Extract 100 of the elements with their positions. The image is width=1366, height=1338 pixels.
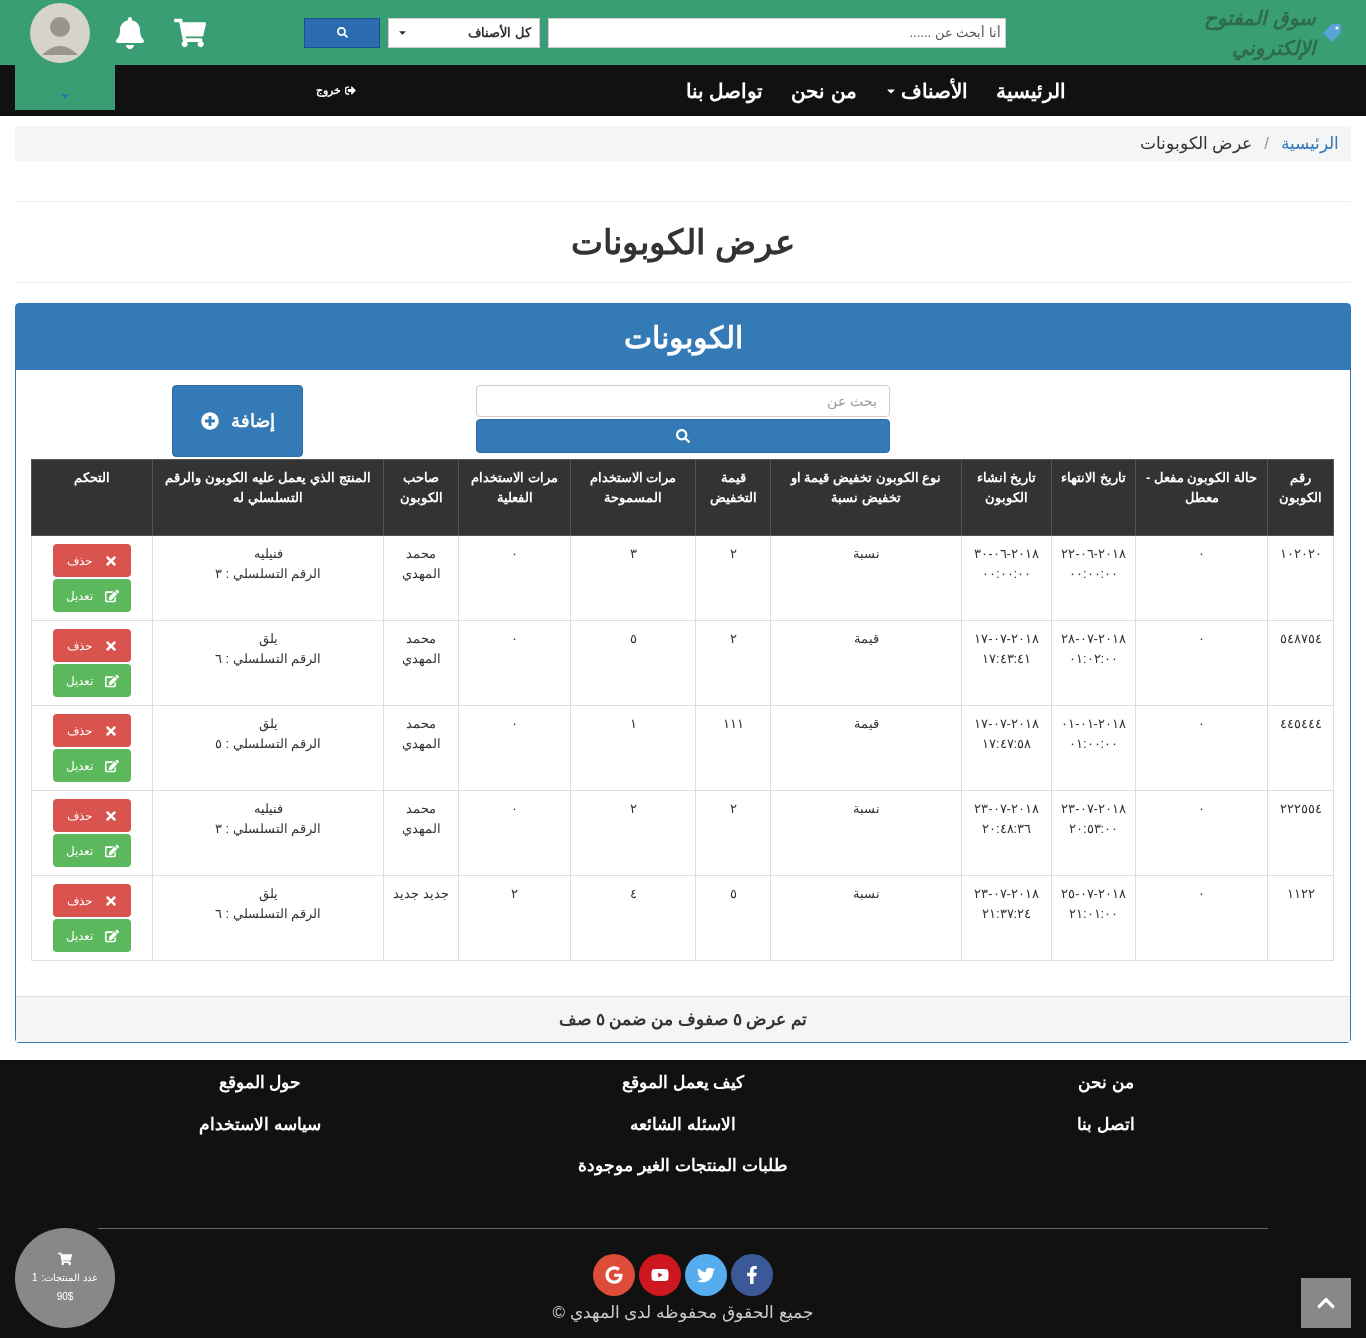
cell-text: ٥ (729, 886, 737, 901)
cart-count-label: عدد المنتجات: (41, 1271, 99, 1285)
edit-icon (104, 843, 119, 858)
logout-icon (344, 85, 356, 96)
cell-text: ٠ (511, 546, 518, 561)
logout-link[interactable]: خروج (315, 82, 356, 99)
facebook-icon[interactable] (731, 1254, 773, 1296)
edit-icon (104, 673, 119, 688)
cell-text: ١ (629, 716, 637, 731)
footer-link[interactable]: من نحن (1078, 1070, 1134, 1096)
search-field[interactable]: بحث عن (476, 385, 890, 417)
footer-link[interactable]: سياسه الاستخدام (199, 1111, 321, 1137)
nav-link[interactable]: الأصناف (885, 75, 968, 106)
copyright-text: جميع الحقوق محفوظه لدى المهدي © (552, 1302, 814, 1325)
cart-total: 90$ (56, 1290, 74, 1304)
cell-text: محمد المهدي (401, 801, 441, 836)
column-header: مرات الاستخدام المسموحة (570, 459, 696, 536)
cell-text: الرقم التسلسلي : ٦ (214, 650, 322, 669)
cell-text: ٠ (1198, 886, 1205, 901)
nav-link[interactable]: من نحن (791, 75, 857, 106)
delete-button[interactable]: حذف (53, 799, 131, 832)
cell-text: ٠١:٠٢:٠٠ (1068, 650, 1119, 668)
footer-link[interactable]: اتصل بنا (1077, 1111, 1135, 1137)
cart-icon (58, 1252, 72, 1266)
avatar[interactable] (30, 2, 90, 63)
cell-text: جديد جديد (393, 886, 449, 901)
cell-text: نسبة (852, 886, 880, 901)
column-header: تاريخ انشاء الكوبون (961, 459, 1052, 536)
cell-text: ٠٠:٠٠:٠٠ (1068, 565, 1119, 583)
cell-text: محمد المهدي (401, 631, 441, 666)
cell-text: ٢ (729, 801, 737, 816)
cell-text: ٢ (729, 631, 737, 646)
google-icon[interactable] (593, 1254, 635, 1296)
column-header: مرات الاستخدام الفعلية (458, 459, 571, 536)
cell-text: ٢٠١٨-٠٧-٢٣ (974, 885, 1039, 903)
column-header: قيمة التخفيض (695, 459, 771, 536)
column-header: تاريخ الانتهاء (1051, 459, 1136, 536)
edit-icon (104, 588, 119, 603)
column-header: حالة الكوبون مفعل - معطل (1135, 459, 1268, 536)
breadcrumb-item[interactable]: الرئيسية (1281, 130, 1339, 157)
column-header: صاحب الكوبون (383, 459, 459, 536)
cell-text: يلق (258, 630, 278, 649)
cell-text: الرقم التسلسلي : ٥ (214, 735, 322, 754)
column-header: رقم الكوبون (1267, 459, 1334, 536)
cell-text: ٢٠١٨-٠٧-٢٣ (1061, 800, 1126, 818)
delete-button[interactable]: حذف (53, 629, 131, 662)
nav-link[interactable]: تواصل بنا (685, 75, 764, 106)
close-icon (103, 723, 118, 738)
search-button[interactable] (304, 17, 380, 48)
cell-text: ١٠٢٠٢٠ (1279, 546, 1322, 561)
cell-text: ٢٠١٨-٠٧-٢٥ (1061, 885, 1126, 903)
cell-text: ٠١:٠٠:٠٠ (1068, 735, 1119, 753)
cell-text: ٠ (511, 631, 518, 646)
cell-text: يلق (258, 715, 278, 734)
youtube-icon[interactable] (639, 1254, 681, 1296)
cell-text: نسبة (852, 546, 880, 561)
search-icon (676, 429, 690, 443)
cell-text: ٢٠١٨-٠٧-٢٨ (1061, 630, 1126, 648)
footer-link[interactable]: طلبات المنتجات الغير موجودة (578, 1153, 788, 1179)
twitter-icon[interactable] (685, 1254, 727, 1296)
cell-text: ٥٤٨٧٥٤ (1279, 631, 1322, 646)
cell-text: ٢ (729, 546, 737, 561)
cell-text: ٢٠:٥٣:٠٠ (1068, 820, 1119, 838)
column-header: التحكم (31, 459, 153, 536)
close-icon (103, 893, 118, 908)
delete-button[interactable]: حذف (53, 714, 131, 747)
footer-link[interactable]: كيف يعمل الموقع (621, 1070, 745, 1096)
cell-text: ٥ (629, 631, 637, 646)
cell-text: ٢٠:٤٨:٣٦ (981, 820, 1032, 838)
edit-icon (104, 928, 119, 943)
cell-text: فنيليه (253, 800, 283, 818)
cart-icon[interactable] (174, 16, 206, 49)
cell-text: ٢ (629, 801, 637, 816)
plus-icon (200, 412, 219, 430)
delete-button[interactable]: حذف (53, 884, 131, 917)
page-title: عرض الكوبونات (571, 221, 795, 265)
column-header: المنتج الذي يعمل عليه الكوبون والرقم التسلسلي له (152, 459, 384, 536)
close-icon (103, 553, 118, 568)
nav-link[interactable]: الرئيسية (996, 75, 1066, 106)
add-button[interactable]: إضافة (172, 385, 303, 457)
cell-text: الرقم التسلسلي : ٦ (214, 905, 322, 924)
cell-text: قيمة (853, 716, 879, 731)
breadcrumb-separator: / (1264, 132, 1269, 155)
cell-text: ٣ (629, 546, 637, 561)
close-icon (103, 808, 118, 823)
category-select[interactable]: كل الأصناف (388, 17, 540, 48)
cell-text: ٢٠١٨-٠٧-٢٣ (974, 800, 1039, 818)
cell-text: ٢٠١٨-٠١-٠١ (1061, 715, 1126, 733)
cell-text: ٠ (1198, 801, 1205, 816)
cell-text: نسبة (852, 801, 880, 816)
cell-text: ٠ (511, 716, 518, 731)
search-icon (336, 27, 348, 38)
footer-link[interactable]: حول الموقع (218, 1070, 302, 1096)
breadcrumb-item[interactable]: عرض الكوبونات (1139, 130, 1253, 157)
edit-icon (104, 758, 119, 773)
footer-link[interactable]: الاسئله الشائعه (630, 1111, 736, 1137)
cell-text: ١١١ (722, 716, 744, 731)
scroll-top-button[interactable] (1301, 1278, 1351, 1328)
delete-button[interactable]: حذف (53, 544, 131, 577)
bell-icon[interactable] (114, 16, 146, 49)
